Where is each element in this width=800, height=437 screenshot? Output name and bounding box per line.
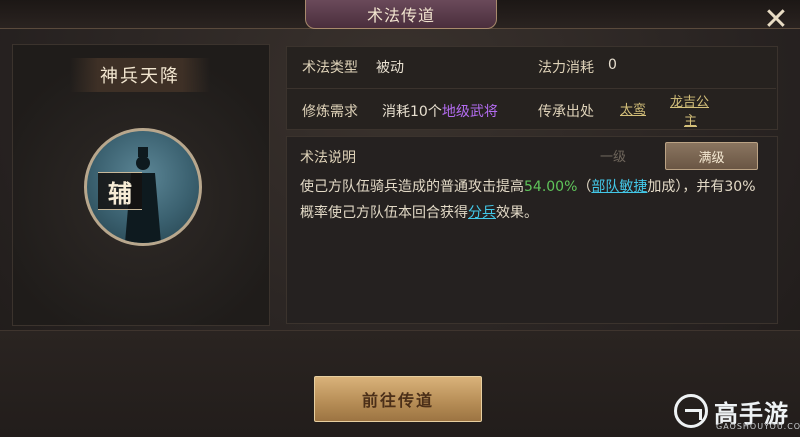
go-pass-on-button[interactable]: 前往传道 — [314, 376, 482, 422]
watermark-logo-icon — [674, 394, 708, 428]
source-label: 传承出处 — [538, 104, 594, 120]
cost-label: 法力消耗 — [538, 60, 594, 76]
watermark-domain: GAOSHOUYOU.COM — [716, 422, 800, 431]
cost-value: 0 — [608, 57, 617, 73]
info-divider — [286, 88, 776, 89]
requirement-value: 消耗10个地级武将 — [382, 104, 498, 120]
tab-max-level[interactable]: 满级 — [665, 142, 758, 170]
description-text: 使己方队伍骑兵造成的普通攻击提高54.00%（部队敏捷加成），并有30%概率使己… — [300, 179, 756, 221]
keyword-link-agility[interactable]: 部队敏捷 — [591, 179, 647, 195]
role-badge: 辅 — [98, 172, 142, 210]
source-link-longjigongzhu-line2[interactable]: 主 — [684, 110, 697, 129]
requirement-label: 修炼需求 — [302, 104, 358, 120]
window-title: 术法传道 — [305, 0, 497, 29]
type-value: 被动 — [376, 60, 404, 76]
description-label: 术法说明 — [300, 150, 356, 166]
tab-level-1[interactable]: 一级 — [588, 143, 638, 167]
source-link-tailuan[interactable]: 太鸾 — [620, 99, 646, 118]
close-icon[interactable]: ✕ — [758, 2, 794, 37]
skill-name: 神兵天降 — [70, 58, 210, 92]
source-link-longjigongzhu-line1[interactable]: 龙吉公 — [670, 91, 709, 110]
requirement-highlight: 地级武将 — [441, 104, 498, 120]
keyword-link-split[interactable]: 分兵 — [468, 205, 496, 221]
type-label: 术法类型 — [302, 60, 358, 76]
bonus-value: 54.00% — [524, 179, 578, 195]
